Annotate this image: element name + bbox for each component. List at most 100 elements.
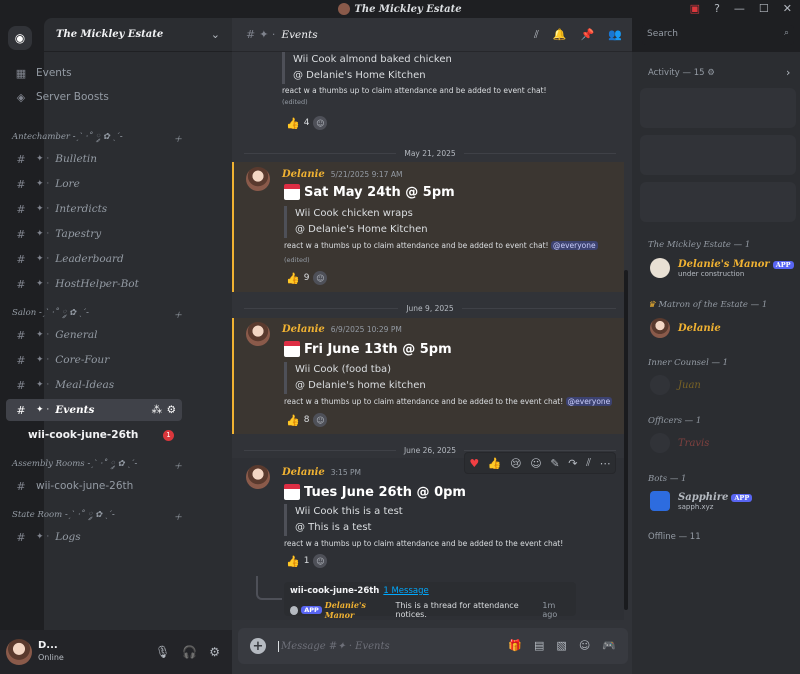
thumbs-up-icon[interactable]: 👍 <box>286 414 300 427</box>
member-juan[interactable]: Juan <box>650 375 701 395</box>
gift-icon[interactable]: 🎁 <box>508 639 522 652</box>
app-tag: APP <box>772 260 794 269</box>
category-antechamber[interactable]: Antechamber ˗ˏˋ ·˚ ༘ ✿ ˎˊ˗ ＋ <box>12 132 182 146</box>
channel-logs[interactable]: # ✦ · Logs <box>6 526 182 548</box>
channel-interdicts[interactable]: # ✦ · Interdicts <box>6 198 182 220</box>
add-reaction-icon[interactable]: ☺ <box>313 554 328 568</box>
add-reaction-icon[interactable]: ☺ <box>313 116 328 130</box>
gear-icon[interactable]: ⚙ <box>209 645 220 659</box>
avatar[interactable] <box>246 465 270 489</box>
heart-reaction-icon[interactable]: ♥ <box>469 457 479 470</box>
add-channel-icon[interactable]: ＋ <box>173 511 182 523</box>
inbox-icon[interactable]: ▣ <box>690 2 700 15</box>
sad-reaction-icon[interactable]: 😢 <box>510 457 521 470</box>
scrollbar[interactable] <box>624 270 628 610</box>
thread-connector <box>256 576 282 600</box>
channel-events[interactable]: # ✦ · Events ⁂ ⚙ <box>6 399 182 421</box>
edit-icon[interactable]: ✎ <box>550 457 559 470</box>
channel-bulletin[interactable]: # ✦ · Bulletin <box>6 148 182 170</box>
search-input[interactable]: Search ⌕ <box>642 25 794 45</box>
offline-header: Offline — 11 <box>648 532 701 542</box>
channel-tapestry[interactable]: # ✦ · Tapestry <box>6 223 182 245</box>
thumbs-up-icon[interactable]: 👍 <box>286 555 300 568</box>
message-composer[interactable]: + Message #✦ · Events 🎁 ▤ ▧ ☺ 🎮 <box>238 628 628 664</box>
member-delanie[interactable]: Delanie <box>650 318 721 338</box>
channel-core-four[interactable]: # ✦ · Core-Four <box>6 349 182 371</box>
microphone-icon[interactable]: 🎙 <box>155 645 170 659</box>
add-channel-icon[interactable]: ＋ <box>173 309 182 321</box>
thread-wii-cook-june-26th[interactable]: wii-cook-june-26th 1 <box>20 424 182 446</box>
hashtag-icon: # <box>16 403 26 417</box>
activities-icon[interactable]: 🎮 <box>602 639 616 652</box>
thread-message-count[interactable]: 1 Message <box>383 586 428 596</box>
message-note: react w a thumbs up to claim attendance … <box>284 539 564 548</box>
calendar-icon <box>284 341 300 357</box>
calendar-icon <box>284 184 300 200</box>
channel-wii-cook-june-26th[interactable]: # wii-cook-june-26th <box>6 475 182 497</box>
hashtag-icon: # <box>246 28 256 41</box>
emoji-icon[interactable]: ☺ <box>579 639 590 652</box>
chevron-right-icon[interactable]: › <box>786 66 790 79</box>
message-author[interactable]: Delanie <box>282 467 325 478</box>
message-author[interactable]: Delanie <box>282 324 325 335</box>
members-icon[interactable]: 👥 <box>608 28 622 42</box>
channel-hosthelper-bot[interactable]: # ✦ · HostHelper-Bot <box>6 273 182 295</box>
help-icon[interactable]: ? <box>714 2 720 15</box>
invite-icon[interactable]: ⁂ <box>152 404 163 416</box>
message-author[interactable]: Delanie <box>282 169 325 180</box>
server-header[interactable]: The Mickley Estate ⌄ <box>44 18 232 52</box>
thumbs-up-icon[interactable]: 👍 <box>286 117 300 130</box>
minimize-icon[interactable]: — <box>734 2 745 15</box>
thumbs-up-icon[interactable]: 👍 <box>286 272 300 285</box>
activity-card <box>640 182 796 222</box>
thumbs-up-icon[interactable]: 👍 <box>488 457 502 470</box>
channel-meal-ideas[interactable]: # ✦ · Meal-Ideas <box>6 374 182 396</box>
close-icon[interactable]: ✕ <box>783 2 792 15</box>
member-travis[interactable]: Travis <box>650 433 709 453</box>
more-icon[interactable]: ⋯ <box>600 457 611 470</box>
avatar[interactable] <box>6 639 32 665</box>
sidebar-server-boosts[interactable]: ◈ Server Boosts <box>6 86 182 108</box>
message-input[interactable]: Message #✦ · Events <box>278 640 390 652</box>
window-title: The Mickley Estate <box>354 3 462 15</box>
pin-icon[interactable]: 📌 <box>581 28 595 42</box>
channel-general[interactable]: # ✦ · General <box>6 324 182 346</box>
hashtag-icon: # <box>16 152 26 166</box>
message-timestamp: 3:15 PM <box>330 468 361 477</box>
gear-icon[interactable]: ⚙ <box>167 404 176 416</box>
add-reaction-icon[interactable]: ☺ <box>313 413 328 427</box>
gif-icon[interactable]: ▤ <box>534 639 544 652</box>
add-channel-icon[interactable]: ＋ <box>173 460 182 472</box>
reaction-row: 👍 9 ☺ <box>286 269 328 287</box>
avatar[interactable] <box>246 167 270 191</box>
threads-icon[interactable]: ⫽ <box>534 28 539 42</box>
add-channel-icon[interactable]: ＋ <box>173 133 182 145</box>
mention-everyone[interactable]: @everyone <box>550 241 598 250</box>
channel-leaderboard[interactable]: # ✦ · Leaderboard <box>6 248 182 270</box>
thread-icon[interactable]: ⫽ <box>586 456 591 470</box>
member-delanies-manor[interactable]: Delanie's Manor APP under construction <box>650 258 797 278</box>
search-icon: ⌕ <box>783 28 789 38</box>
message-quote: Wii Cook chicken wraps @ Delanie's Home K… <box>284 206 428 238</box>
thread-preview[interactable]: wii-cook-june-26th 1 Message APP Delanie's… <box>284 582 576 620</box>
category-state-room[interactable]: State Room ˗ˏˋ ·˚ ༘ ✿ ˎˊ˗ ＋ <box>12 510 182 524</box>
add-reaction-icon[interactable]: ☺ <box>530 457 541 470</box>
thread-name[interactable]: wii-cook-june-26th <box>290 586 379 596</box>
bell-icon[interactable]: 🔔 <box>553 28 567 42</box>
mention-everyone[interactable]: @everyone <box>565 397 613 406</box>
avatar[interactable] <box>246 322 270 346</box>
maximize-icon[interactable]: ☐ <box>759 2 769 15</box>
headphones-icon[interactable]: 🎧 <box>182 645 197 659</box>
discord-logo-icon[interactable]: ◉ <box>8 26 32 50</box>
message-0: Wii Cook almond baked chicken @ Delanie's… <box>282 52 612 106</box>
add-attachment-icon[interactable]: + <box>250 638 266 654</box>
add-reaction-icon[interactable]: ☺ <box>313 271 328 285</box>
channel-lore[interactable]: # ✦ · Lore <box>6 173 182 195</box>
category-assembly-rooms[interactable]: Assembly Rooms ˗ˏˋ ·˚ ༘ ✿ ˎˊ˗ ＋ <box>12 459 182 473</box>
category-salon[interactable]: Salon ˗ˏˋ ·˚ ༘ ✿ ˎˊ˗ ＋ <box>12 308 182 322</box>
gear-icon[interactable]: ⚙ <box>707 68 715 78</box>
reply-icon[interactable]: ↷ <box>568 457 577 470</box>
sidebar-events[interactable]: ▦ Events <box>6 62 182 84</box>
sticker-icon[interactable]: ▧ <box>556 639 566 652</box>
member-sapphire[interactable]: Sapphire APP sapph.xyz <box>650 491 755 511</box>
